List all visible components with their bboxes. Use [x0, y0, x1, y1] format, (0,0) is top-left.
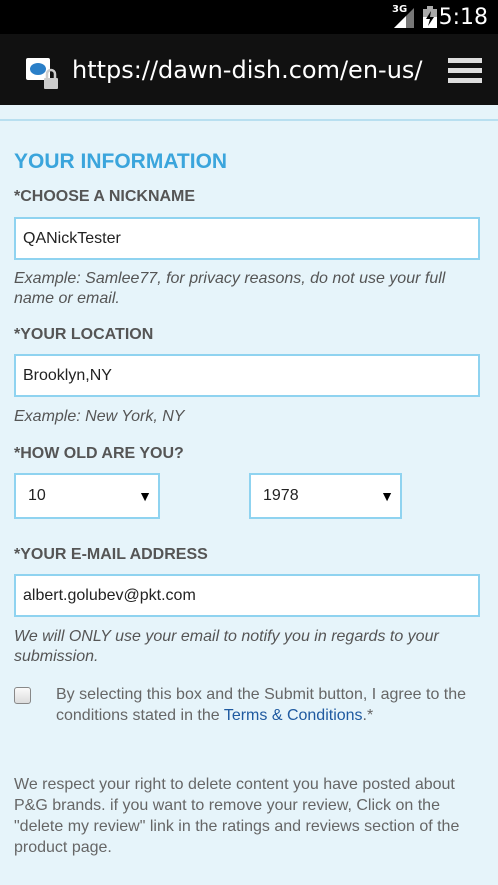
- tabs-menu-icon[interactable]: [448, 58, 482, 84]
- birth-year-value: 1978: [263, 487, 299, 504]
- review-form: YOUR INFORMATION *CHOOSE A NICKNAME QANi…: [0, 121, 498, 885]
- nickname-input[interactable]: QANickTester: [14, 217, 480, 260]
- terms-text-tail: .*: [362, 707, 374, 724]
- battery-icon: [423, 6, 437, 28]
- email-label: *YOUR E-MAIL ADDRESS: [14, 546, 208, 563]
- site-lock-icon[interactable]: [26, 58, 62, 90]
- dropdown-arrow-icon: ▼: [138, 488, 152, 504]
- birth-month-select[interactable]: 10 ▼: [14, 473, 160, 519]
- location-label: *YOUR LOCATION: [14, 326, 154, 343]
- page-top-divider: [0, 105, 498, 121]
- url-field[interactable]: https://dawn-dish.com/en-us/n: [72, 56, 424, 84]
- nickname-hint: Example: Samlee77, for privacy reasons, …: [14, 270, 446, 307]
- location-input[interactable]: Brooklyn,NY: [14, 354, 480, 397]
- section-heading: YOUR INFORMATION: [14, 150, 228, 173]
- clock: 5:18: [438, 5, 488, 30]
- email-hint: We will ONLY use your email to notify yo…: [14, 628, 439, 665]
- nickname-label: *CHOOSE A NICKNAME: [14, 188, 196, 205]
- terms-text: By selecting this box and the Submit but…: [56, 684, 476, 726]
- birth-month-value: 10: [28, 487, 46, 504]
- signal-icon: [394, 8, 414, 28]
- status-bar: 3G 5:18: [0, 0, 498, 34]
- browser-toolbar: https://dawn-dish.com/en-us/n: [0, 34, 498, 105]
- dropdown-arrow-icon: ▼: [380, 488, 394, 504]
- birth-year-select[interactable]: 1978 ▼: [249, 473, 402, 519]
- location-hint: Example: New York, NY: [14, 408, 185, 425]
- age-label: *HOW OLD ARE YOU?: [14, 445, 184, 462]
- email-input[interactable]: albert.golubev@pkt.com: [14, 574, 480, 617]
- terms-checkbox[interactable]: [14, 687, 31, 704]
- terms-link[interactable]: Terms & Conditions: [224, 707, 363, 724]
- delete-review-note: We respect your right to delete content …: [14, 776, 460, 856]
